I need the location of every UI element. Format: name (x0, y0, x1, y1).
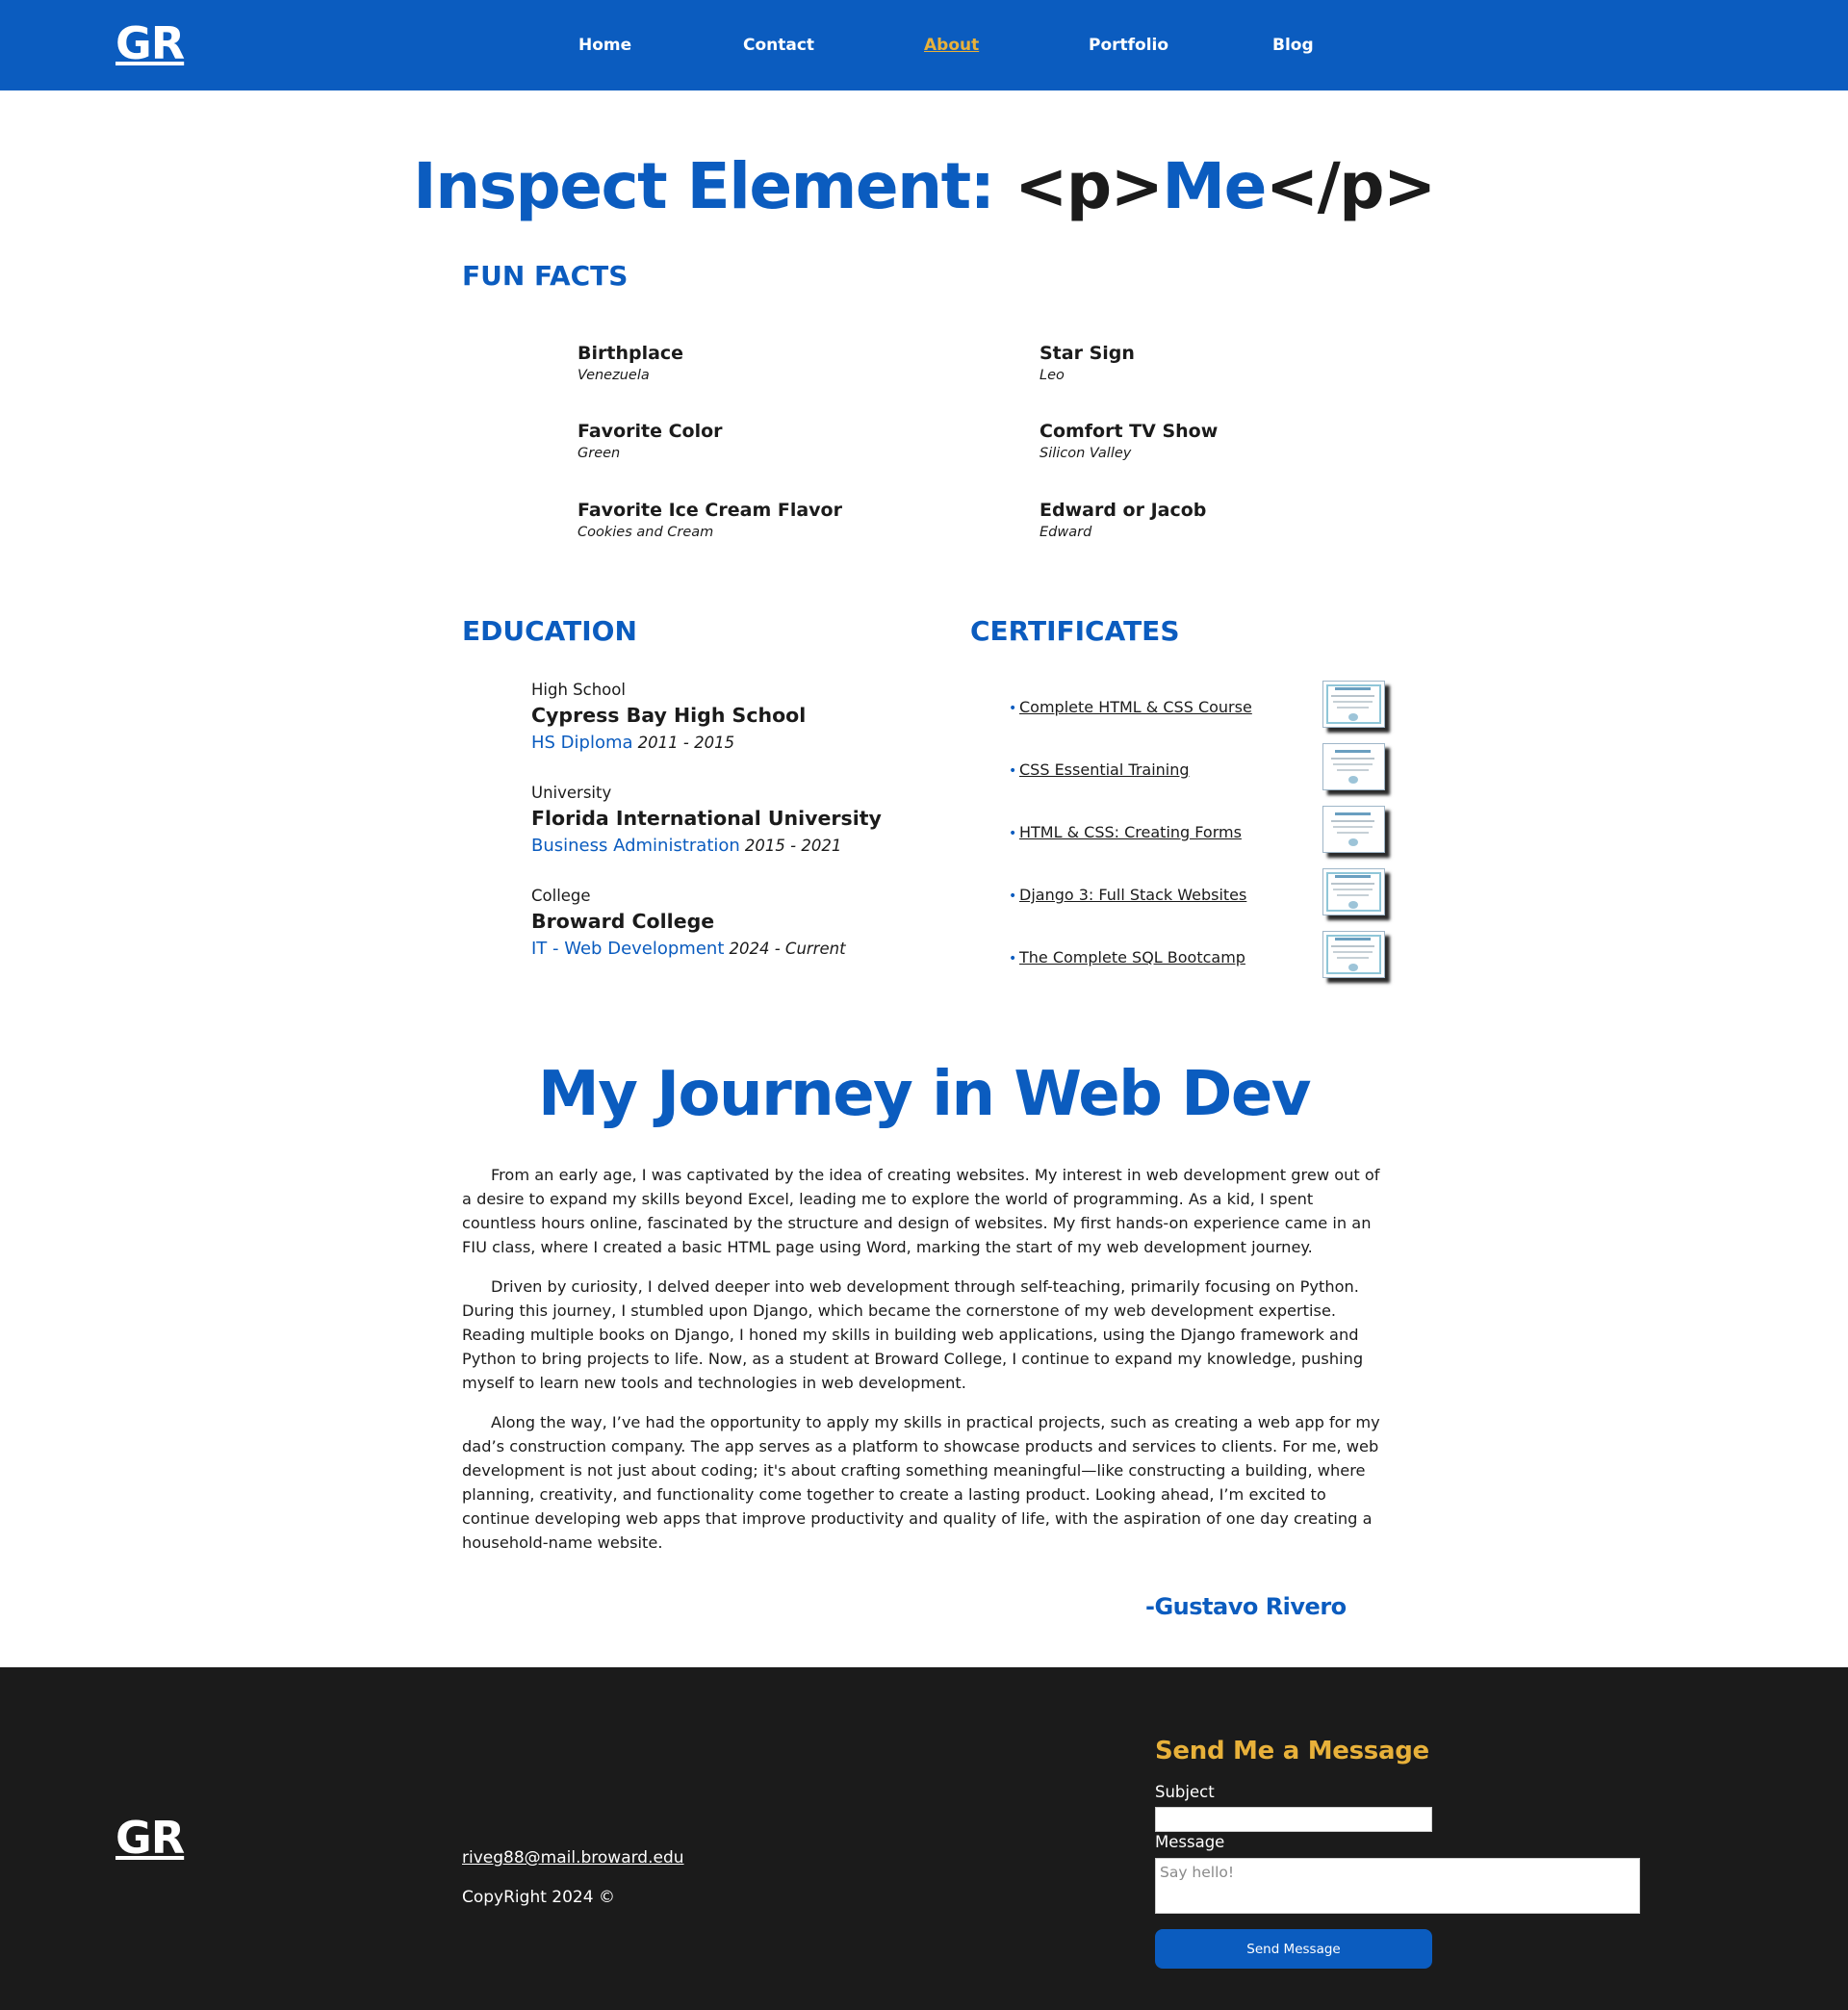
fact-label: Favorite Ice Cream Flavor (578, 500, 842, 521)
nav-link-about[interactable]: About (924, 36, 979, 55)
certificate-link[interactable]: Django 3: Full Stack Websites (1019, 886, 1246, 904)
certificate-link[interactable]: CSS Essential Training (1019, 760, 1190, 779)
education-degree: Business Administration (531, 836, 740, 856)
certificate-thumbnail[interactable] (1322, 806, 1385, 853)
bullet-icon: • (1009, 763, 1017, 779)
contact-form-title: Send Me a Message (1155, 1737, 1429, 1765)
nav-link-portfolio[interactable]: Portfolio (1089, 36, 1168, 55)
certificate-item: • Django 3: Full Stack Websites (1009, 868, 1390, 929)
nav-link-home[interactable]: Home (578, 36, 631, 55)
certificate-thumbnail[interactable] (1322, 868, 1385, 915)
fact-item: Favorite Ice Cream Flavor Cookies and Cr… (578, 499, 842, 543)
fact-label: Favorite Color (578, 421, 723, 442)
fact-item: Star Sign Leo (1040, 342, 1135, 386)
fact-label: Edward or Jacob (1040, 500, 1207, 521)
certificate-link[interactable]: The Complete SQL Bootcamp (1019, 948, 1245, 966)
footer-email[interactable]: riveg88@mail.broward.edu (462, 1848, 684, 1868)
education-level: College (531, 887, 591, 905)
page-title-text: Inspect Element: (413, 149, 1015, 223)
fact-item: Favorite Color Green (578, 420, 723, 464)
certificate-thumbnail[interactable] (1322, 681, 1385, 728)
education-degree: HS Diploma (531, 733, 633, 753)
footer-logo[interactable]: GR (116, 1812, 185, 1864)
top-nav: GR Home Contact About Portfolio Blog (0, 0, 1848, 90)
certificate-thumbnail[interactable] (1322, 931, 1385, 978)
education-years: 2015 - 2021 (744, 837, 842, 855)
page-title-word: Me (1162, 149, 1267, 223)
education-item: University Florida International Univers… (531, 784, 882, 859)
message-label: Message (1155, 1833, 1225, 1851)
footer: GR riveg88@mail.broward.edu CopyRight 20… (0, 1667, 1848, 2010)
certificate-item: • CSS Essential Training (1009, 743, 1390, 804)
fact-value: Silicon Valley (1040, 446, 1132, 461)
education-school: Broward College (531, 910, 715, 933)
page-title-tag-open: <p> (1014, 149, 1164, 223)
education-school: Cypress Bay High School (531, 704, 807, 727)
fact-label: Comfort TV Show (1040, 421, 1219, 442)
journey-paragraph: Along the way, I’ve had the opportunity … (462, 1413, 1380, 1552)
certificate-item: • The Complete SQL Bootcamp (1009, 931, 1390, 992)
fun-facts-heading: FUN FACTS (462, 260, 629, 292)
journey-paragraph: Driven by curiosity, I delved deeper int… (462, 1277, 1364, 1392)
education-years: 2011 - 2015 (637, 734, 735, 752)
fact-value: Venezuela (578, 368, 650, 383)
certificate-link[interactable]: HTML & CSS: Creating Forms (1019, 823, 1242, 841)
fact-value: Cookies and Cream (578, 525, 714, 540)
fact-label: Birthplace (578, 343, 684, 364)
fact-value: Edward (1040, 525, 1092, 540)
nav-link-blog[interactable]: Blog (1272, 36, 1314, 55)
subject-label: Subject (1155, 1783, 1215, 1801)
education-school: Florida International University (531, 807, 882, 830)
journey-paragraph: From an early age, I was captivated by t… (462, 1166, 1380, 1256)
bullet-icon: • (1009, 826, 1017, 841)
bullet-icon: • (1009, 951, 1017, 966)
education-level: University (531, 784, 612, 802)
fact-item: Comfort TV Show Silicon Valley (1040, 420, 1218, 464)
certificates-heading: CERTIFICATES (970, 615, 1180, 647)
fact-value: Leo (1040, 368, 1065, 383)
send-message-button[interactable]: Send Message (1155, 1929, 1432, 1969)
certificate-link[interactable]: Complete HTML & CSS Course (1019, 698, 1252, 716)
subject-input[interactable] (1155, 1807, 1432, 1832)
education-years: 2024 - Current (729, 940, 846, 958)
certificate-item: • Complete HTML & CSS Course (1009, 681, 1390, 741)
page-title: Inspect Element: <p>Me</p> (0, 149, 1848, 223)
education-item: College Broward College IT - Web Develop… (531, 887, 846, 962)
bullet-icon: • (1009, 701, 1017, 716)
nav-link-contact[interactable]: Contact (743, 36, 814, 55)
education-degree: IT - Web Development (531, 939, 725, 959)
fact-value: Green (578, 446, 621, 461)
signature: -Gustavo Rivero (1145, 1593, 1347, 1620)
fact-item: Birthplace Venezuela (578, 342, 683, 386)
education-item: High School Cypress Bay High School HS D… (531, 681, 806, 756)
bullet-icon: • (1009, 889, 1017, 904)
education-level: High School (531, 681, 626, 699)
fact-item: Edward or Jacob Edward (1040, 499, 1206, 543)
fact-label: Star Sign (1040, 343, 1135, 364)
page-title-tag-close: </p> (1265, 149, 1436, 223)
education-heading: EDUCATION (462, 615, 637, 647)
message-textarea[interactable] (1155, 1858, 1640, 1914)
journey-title: My Journey in Web Dev (538, 1059, 1311, 1130)
certificate-thumbnail[interactable] (1322, 743, 1385, 790)
logo[interactable]: GR (116, 17, 185, 69)
footer-copyright: CopyRight 2024 © (462, 1888, 615, 1907)
certificate-item: • HTML & CSS: Creating Forms (1009, 806, 1390, 866)
